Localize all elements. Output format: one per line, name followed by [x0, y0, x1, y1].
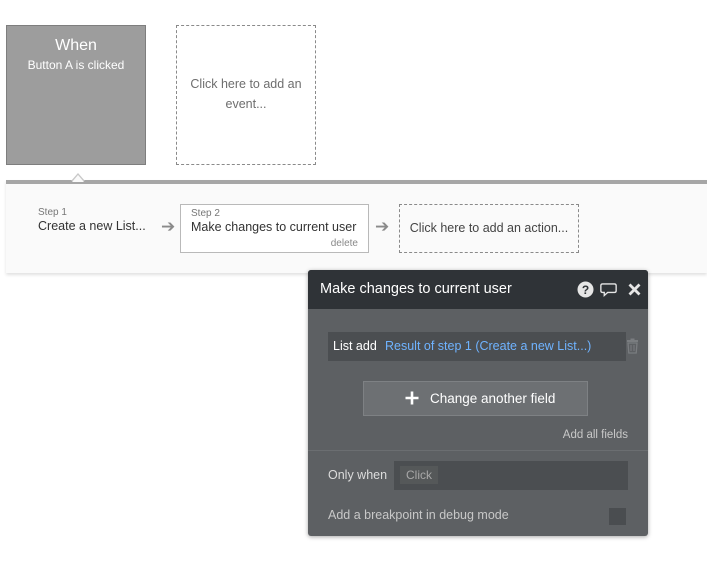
delete-step-link[interactable]: delete	[331, 238, 358, 249]
step-number: Step 1	[38, 207, 67, 218]
only-when-label: Only when	[328, 468, 388, 482]
step-title: Make changes to current user	[191, 220, 357, 234]
field-label: List add	[333, 339, 377, 353]
change-another-field-label: Change another field	[430, 391, 556, 406]
event-trigger-label: Button A is clicked	[27, 58, 125, 72]
workflow-steps-bar: Step 1 Create a new List... ➔ Step 2 Mak…	[6, 180, 707, 273]
selected-event-pointer-fill	[72, 175, 84, 182]
add-action-label: Click here to add an action...	[409, 221, 569, 235]
panel-title: Make changes to current user	[320, 281, 512, 297]
close-icon[interactable]	[626, 281, 643, 298]
field-expression-value[interactable]: Result of step 1 (Create a new List...)	[385, 339, 591, 353]
step-2[interactable]: Step 2 Make changes to current user dele…	[180, 204, 369, 253]
arrow-right-icon: ➔	[161, 217, 176, 236]
svg-text:?: ?	[582, 283, 589, 297]
add-all-fields-link[interactable]: Add all fields	[563, 429, 628, 441]
trash-icon[interactable]	[626, 338, 639, 354]
action-property-editor: Make changes to current user ? List add …	[308, 270, 648, 536]
plus-icon	[405, 391, 419, 405]
event-card[interactable]: When Button A is clicked	[6, 25, 146, 165]
step-title: Create a new List...	[38, 219, 146, 233]
add-action-button[interactable]: Click here to add an action...	[399, 204, 579, 253]
help-icon[interactable]: ?	[577, 281, 594, 298]
comment-icon[interactable]	[600, 281, 617, 298]
arrow-right-icon: ➔	[375, 217, 390, 236]
breakpoint-label: Add a breakpoint in debug mode	[328, 508, 509, 522]
breakpoint-checkbox[interactable]	[609, 508, 626, 525]
field-row-list-add[interactable]: List add Result of step 1 (Create a new …	[328, 332, 626, 361]
add-event-button[interactable]: Click here to add an event...	[176, 25, 316, 165]
add-event-label: Click here to add an event...	[190, 77, 302, 111]
divider	[308, 450, 648, 451]
step-1[interactable]: Step 1 Create a new List...	[38, 207, 168, 233]
panel-header: Make changes to current user ?	[308, 270, 648, 309]
event-when-label: When	[55, 37, 97, 54]
step-number: Step 2	[191, 208, 220, 219]
change-another-field-button[interactable]: Change another field	[363, 381, 588, 416]
only-when-placeholder: Click	[400, 466, 438, 484]
only-when-input[interactable]: Click	[394, 461, 628, 490]
